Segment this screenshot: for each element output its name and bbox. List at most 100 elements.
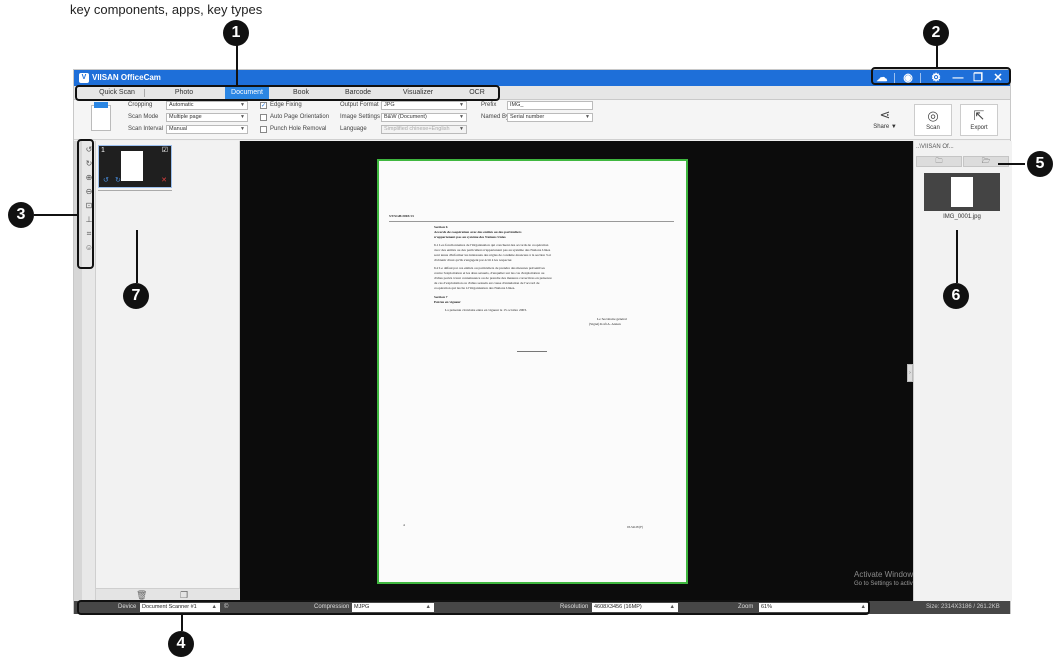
section6-subtitle-2: n'appartenant pas au système des Nations…: [434, 235, 506, 239]
thumbnail-panel: 1 ☑ ↺ ↻ ✕: [96, 141, 240, 601]
p62-line: coopération qui les lie à l'Organisation…: [434, 286, 516, 290]
output-format-label: Output Format: [340, 102, 379, 108]
leader-line: [181, 615, 183, 631]
thumbnail-item[interactable]: 1 ☑ ↺ ↻ ✕: [98, 145, 172, 188]
language-select[interactable]: Simplified chinese+English ▼: [381, 125, 467, 134]
title-bar: V VIISAN OfficeCam ☁ ◉ ⚙ — ❐ ✕: [74, 70, 1010, 86]
scan-interval-select[interactable]: Manual ▼: [166, 125, 248, 134]
tools-highlight: [77, 139, 94, 269]
annotated-screenshot: key components, apps, key types V VIISAN…: [0, 0, 1059, 660]
section7-title: Section 7: [434, 295, 448, 299]
auto-page-orientation-checkbox[interactable]: [260, 114, 267, 121]
export-label: Export: [970, 125, 988, 131]
section6-title: Section 6: [434, 225, 448, 229]
doc-rule: [389, 221, 674, 222]
app-title: VIISAN OfficeCam: [92, 73, 161, 82]
scan-button[interactable]: ◎ Scan: [914, 104, 952, 136]
p61-line: avec des entités ou des particuliers n'a…: [434, 248, 551, 252]
share-button[interactable]: ⋖ Share ▼: [866, 104, 904, 136]
callout-4: 4: [168, 631, 194, 657]
section7-subtitle: Entrée en vigueur: [434, 300, 461, 304]
share-label: Share ▼: [873, 124, 897, 130]
image-size-readout: Size: 2314X3186 / 261.2KB: [926, 604, 1000, 610]
open-folder-button[interactable]: 🗀: [916, 156, 962, 167]
section6-subtitle-1: Accords de coopération avec des entités …: [434, 230, 522, 234]
change-folder-button[interactable]: 🗁: [963, 156, 1009, 167]
thumbnail-page-image: [121, 151, 143, 181]
thumbnail-slider[interactable]: [98, 190, 172, 191]
app-logo-icon: V: [79, 73, 89, 83]
folder-icon: 🗀: [935, 158, 943, 165]
output-panel: ..\VIISAN Of... 🗀 🗁 IMG_0001.jpg: [913, 141, 1012, 601]
p7-text: La présente circulaire entre en vigueur …: [445, 308, 527, 312]
thumbnail-index: 1: [101, 147, 105, 154]
camera-icon: ◎: [927, 108, 939, 123]
named-by-select[interactable]: Serial number ▼: [507, 113, 593, 122]
leader-line: [998, 163, 1025, 165]
p62-line: de cas d'exploitation ou d'abus sexuels …: [434, 281, 540, 285]
app-window: V VIISAN OfficeCam ☁ ◉ ⚙ — ❐ ✕ Quick Sca…: [73, 69, 1012, 614]
callout-5: 5: [1027, 151, 1053, 177]
scan-mode-label: Scan Mode: [128, 114, 159, 120]
end-rule: [517, 351, 547, 352]
cropping-select[interactable]: Automatic ▼: [166, 101, 248, 110]
p62-line: d'abus portés à leur connaissance ou de …: [434, 276, 552, 280]
cropping-label: Cropping: [128, 102, 153, 108]
rotate-right-icon[interactable]: ↻: [115, 177, 121, 185]
punch-hole-removal-label: Punch Hole Removal: [270, 126, 327, 132]
document-code: 03-54128 (F): [627, 525, 643, 529]
scan-mode-select[interactable]: Multiple page ▼: [166, 113, 248, 122]
callout-6: 6: [943, 283, 969, 309]
export-icon: ⇱: [973, 108, 985, 123]
callout-1: 1: [223, 20, 249, 46]
caption-text: key components, apps, key types: [70, 2, 263, 17]
share-icon: ⋖: [879, 107, 891, 122]
leader-line: [136, 230, 138, 283]
prefix-input[interactable]: IMG_: [507, 101, 593, 110]
callout-3: 3: [8, 202, 34, 228]
p61-line: 6.1 Les fonctionnaires de l'Organisation…: [434, 243, 549, 247]
window-controls-highlight: [871, 67, 1011, 85]
signature-title: Le Secrétaire général: [597, 317, 627, 321]
delete-icon[interactable]: ✕: [161, 177, 167, 185]
signature-name: (Signé) Kofi A. Annan: [589, 322, 621, 326]
output-thumbnail[interactable]: [924, 173, 1000, 211]
image-settings-select[interactable]: B&W (Document) ▼: [381, 113, 467, 122]
tabs-highlight: [75, 85, 500, 101]
callout-2: 2: [923, 20, 949, 46]
scanned-page: ST/SGB/2003/13 Section 6 Accords de coop…: [377, 159, 688, 584]
image-settings-label: Image Settings: [340, 114, 381, 120]
output-page-image: [951, 177, 973, 207]
p61-line: d'obtenir d'eux qu'ils s'engagent par éc…: [434, 258, 513, 262]
leader-line: [956, 230, 958, 283]
p62-line: contre l'exploitation et les abus sexuel…: [434, 271, 545, 275]
scan-label: Scan: [926, 125, 940, 131]
panel-collapse-handle[interactable]: ›: [907, 364, 913, 382]
settings-toolbar: Cropping Automatic ▼ Scan Mode Multiple p…: [74, 100, 1010, 140]
page-number: 4: [403, 523, 405, 527]
p62-line: 6.2 Le défaut par ces entités ou particu…: [434, 266, 545, 270]
output-filename: IMG_0001.jpg: [943, 214, 981, 220]
leader-line: [236, 45, 238, 85]
document-mode-icon: [91, 102, 111, 131]
copy-icon[interactable]: ❐: [180, 591, 188, 600]
folder-open-icon: 🗁: [981, 158, 991, 165]
language-label: Language: [340, 126, 367, 132]
preview-viewer[interactable]: ST/SGB/2003/13 Section 6 Accords de coop…: [240, 141, 853, 601]
scan-interval-label: Scan Interval: [128, 126, 164, 132]
named-by-label: Named By: [481, 114, 510, 120]
auto-page-orientation-label: Auto Page Orientation: [270, 114, 330, 120]
leader-line: [34, 214, 77, 216]
p61-line: sont tenus d'informer les intéressés des…: [434, 253, 552, 257]
prefix-label: Prefix: [481, 102, 497, 108]
select-check-icon[interactable]: ☑: [162, 147, 168, 155]
edge-fixing-checkbox[interactable]: ✓: [260, 102, 267, 109]
export-button[interactable]: ⇱ Export: [960, 104, 998, 136]
activate-windows-watermark: Activate Windows: [854, 570, 918, 579]
edge-fixing-label: Edge Fixing: [270, 102, 302, 108]
trash-icon[interactable]: 🗑: [136, 591, 147, 600]
callout-7: 7: [123, 283, 149, 309]
punch-hole-removal-checkbox[interactable]: [260, 126, 267, 133]
rotate-left-icon[interactable]: ↺: [103, 177, 109, 185]
output-format-select[interactable]: JPG ▼: [381, 101, 467, 110]
